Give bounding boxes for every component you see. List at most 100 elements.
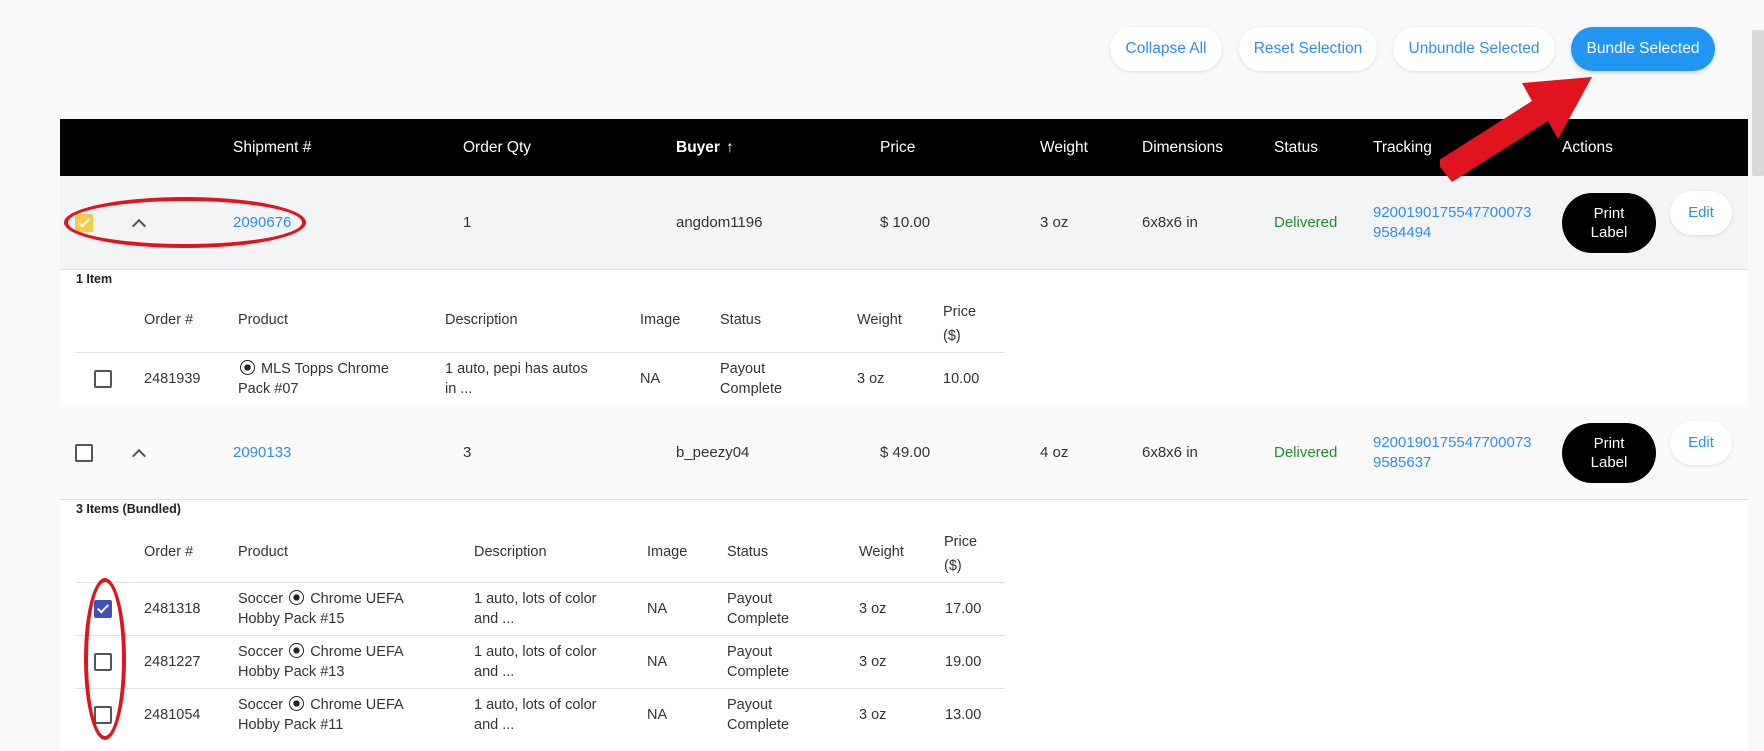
item-row: 2481318 Soccer Chrome UEFA Hobby Pack #1… [76, 582, 1005, 635]
shipment-row: 2090676 1 angdom1196 $ 10.00 3 oz 6x8x6 … [60, 176, 1748, 270]
item-product: Soccer Chrome UEFA Hobby Pack #13 [238, 642, 404, 682]
order-qty: 3 [463, 444, 472, 461]
shipment-items-panel: 3 Items (Bundled) Order # Product Descri… [60, 500, 1748, 751]
item-checkbox[interactable] [94, 653, 112, 671]
item-product-suffix: Chrome UEFA [310, 644, 404, 660]
item-price: 13.00 [945, 707, 982, 723]
print-label-line-1: Print [1593, 435, 1625, 452]
edit-button[interactable]: Edit [1670, 421, 1732, 465]
soccer-ball-icon [289, 696, 305, 711]
scrollbar[interactable] [1752, 30, 1764, 176]
header-tracking[interactable]: Tracking [1373, 119, 1432, 176]
check-icon [77, 215, 91, 228]
tracking-line-1: 9200190175547700073 [1373, 204, 1532, 221]
header-shipment[interactable]: Shipment # [233, 119, 311, 176]
shipment-number-link[interactable]: 2090676 [233, 214, 291, 231]
dimensions: 6x8x6 in [1142, 444, 1198, 461]
tracking-link[interactable]: 9200190175547700073 9584494 [1373, 203, 1532, 243]
header-price[interactable]: Price [880, 119, 915, 176]
shipment-row: 2090133 3 b_peezy04 $ 49.00 4 oz 6x8x6 i… [60, 406, 1748, 500]
item-description-line-2: and ... [474, 664, 515, 680]
item-product: MLS Topps Chrome Pack #07 [238, 359, 389, 399]
item-row: 2481939 MLS Topps Chrome Pack #07 1 auto… [76, 352, 1005, 405]
item-description-line-1: 1 auto, lots of color [474, 697, 597, 713]
order-qty: 1 [463, 214, 472, 231]
header-buyer-label: Buyer [676, 139, 720, 156]
item-checkbox[interactable] [94, 600, 112, 618]
items-count-label: 1 Item [76, 272, 113, 286]
subheader-product: Product [238, 544, 288, 560]
print-label-line-2: Label [1590, 224, 1628, 241]
item-description-line-1: 1 auto, pepi has autos [445, 361, 588, 377]
item-image: NA [640, 371, 661, 387]
subheader-price-line-2: ($) [944, 558, 962, 574]
shipment-items-panel: 1 Item Order # Product Description Image… [60, 270, 1748, 406]
price: $ 10.00 [880, 214, 931, 231]
item-weight: 3 oz [859, 654, 887, 670]
edit-button[interactable]: Edit [1670, 191, 1732, 235]
buyer: b_peezy04 [676, 444, 750, 461]
shipment-checkbox[interactable] [75, 444, 93, 462]
tracking-line-2: 9585637 [1373, 454, 1432, 471]
unbundle-selected-button[interactable]: Unbundle Selected [1393, 27, 1555, 71]
subheader-price: Price ($) [944, 530, 977, 578]
subheader-weight: Weight [857, 312, 902, 328]
dimensions: 6x8x6 in [1142, 214, 1198, 231]
header-buyer[interactable]: Buyer ↑ [676, 119, 734, 176]
chevron-up-icon[interactable] [131, 448, 147, 464]
table-header: Shipment # Order Qty Buyer ↑ Price Weight… [60, 119, 1748, 176]
item-status-line-1: Payout [727, 591, 773, 607]
header-dimensions[interactable]: Dimensions [1142, 119, 1223, 176]
item-status-line-1: Payout [727, 644, 773, 660]
item-product-suffix: Chrome UEFA [310, 697, 404, 713]
soccer-ball-icon [240, 360, 255, 375]
item-product-prefix: Soccer [238, 591, 284, 607]
print-label-line-1: Print [1593, 205, 1625, 222]
item-image: NA [647, 654, 668, 670]
items-count-label: 3 Items (Bundled) [76, 502, 181, 516]
shipment-number-link[interactable]: 2090133 [233, 444, 291, 461]
header-weight[interactable]: Weight [1040, 119, 1088, 176]
subheader-description: Description [445, 312, 518, 328]
item-product-line-2: Pack #07 [238, 381, 299, 397]
item-description-line-2: in ... [445, 381, 473, 397]
item-product-suffix: Chrome UEFA [310, 591, 404, 607]
tracking-line-2: 9584494 [1373, 224, 1432, 241]
item-image: NA [647, 707, 668, 723]
shipment-checkbox[interactable] [75, 214, 93, 232]
item-order-number: 2481227 [144, 654, 201, 670]
item-checkbox[interactable] [94, 370, 112, 388]
item-product-line-1: MLS Topps Chrome [261, 361, 389, 377]
item-price: 17.00 [945, 601, 982, 617]
header-status[interactable]: Status [1274, 119, 1318, 176]
item-description: 1 auto, lots of color and ... [474, 642, 597, 682]
print-label-button[interactable]: Print Label [1562, 423, 1656, 483]
item-description-line-1: 1 auto, lots of color [474, 591, 597, 607]
subheader-status: Status [727, 544, 769, 560]
buyer: angdom1196 [676, 214, 763, 231]
item-price: 10.00 [943, 371, 980, 387]
item-weight: 3 oz [857, 371, 885, 387]
item-status-line-1: Payout [727, 697, 773, 713]
chevron-up-icon[interactable] [131, 218, 147, 234]
item-product: Soccer Chrome UEFA Hobby Pack #11 [238, 695, 404, 735]
bundle-selected-button[interactable]: Bundle Selected [1571, 27, 1715, 71]
soccer-ball-icon [289, 643, 305, 658]
status-delivered: Delivered [1274, 214, 1338, 231]
weight: 4 oz [1040, 444, 1069, 461]
item-checkbox[interactable] [94, 706, 112, 724]
reset-selection-button[interactable]: Reset Selection [1239, 27, 1377, 71]
header-order-qty[interactable]: Order Qty [463, 119, 531, 176]
subheader-status: Status [720, 312, 762, 328]
subheader-weight: Weight [859, 544, 904, 560]
item-description-line-2: and ... [474, 611, 515, 627]
print-label-button[interactable]: Print Label [1562, 193, 1656, 253]
item-order-number: 2481318 [144, 601, 201, 617]
item-product: Soccer Chrome UEFA Hobby Pack #15 [238, 589, 404, 629]
subheader-description: Description [474, 544, 547, 560]
item-image: NA [647, 601, 668, 617]
tracking-link[interactable]: 9200190175547700073 9585637 [1373, 433, 1532, 473]
header-actions: Actions [1562, 139, 1613, 156]
collapse-all-button[interactable]: Collapse All [1110, 27, 1222, 71]
item-order-number: 2481054 [144, 707, 201, 723]
